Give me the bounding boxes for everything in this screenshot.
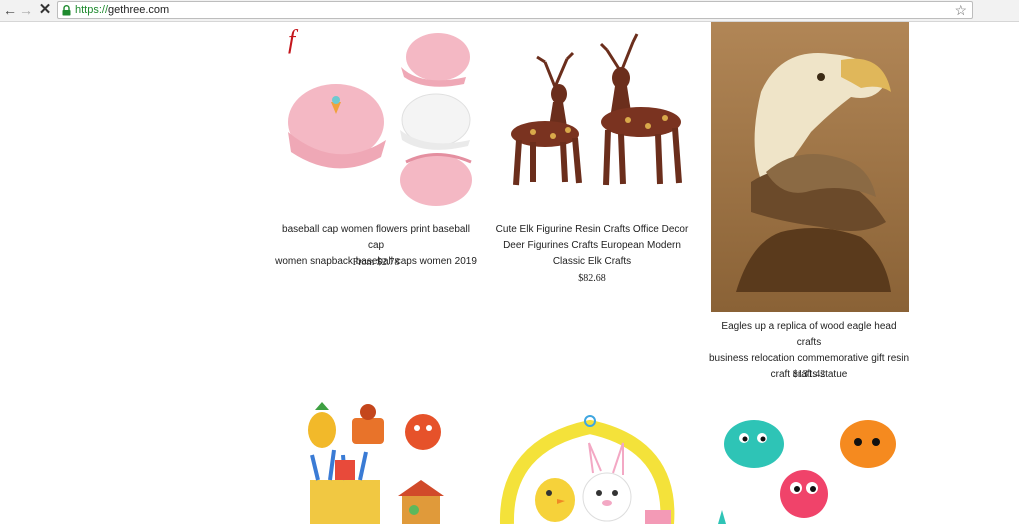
bookmark-star-icon[interactable]: ☆ [954,2,967,18]
product-card[interactable]: Eagles up a replica of wood eagle head c… [708,22,910,382]
product-card[interactable] [712,402,908,524]
product-title[interactable]: Cute Elk Figurine Resin Crafts Office De… [493,222,691,270]
product-title-line: Cute Elk Figurine Resin Crafts Office De… [495,224,689,235]
lock-icon [62,5,71,16]
product-title-line: Eagles up a replica of wood eagle head c… [721,321,897,348]
url-text: https://gethree.com [75,4,170,16]
product-price: $131.42 [792,369,826,380]
product-title-line: baseball cap women flowers print basebal… [282,224,470,251]
product-price: From $2.78 [352,257,400,268]
product-image[interactable] [495,405,685,524]
product-image[interactable] [290,400,460,524]
browser-toolbar: ← → ✕ https://gethree.com ☆ [0,0,1019,22]
product-card[interactable] [495,405,685,524]
browser-menu-area [978,2,1018,20]
product-image[interactable] [712,402,908,524]
product-card[interactable]: f baseball cap women flowers print baseb… [274,22,478,272]
product-title-line: Classic Elk Crafts [552,256,632,267]
product-image[interactable] [711,22,909,312]
product-title-line: business relocation commemorative gift r… [708,353,910,364]
forward-icon[interactable]: → [18,2,34,18]
stop-icon[interactable]: ✕ [37,2,53,18]
product-card[interactable] [290,400,460,524]
product-card[interactable]: Cute Elk Figurine Resin Crafts Office De… [493,22,691,287]
product-image[interactable] [493,22,691,216]
back-icon[interactable]: ← [2,2,18,18]
product-image[interactable]: f [276,22,476,216]
address-bar[interactable]: https://gethree.com ☆ [57,1,973,19]
product-title-line: Deer Figurines Crafts European Modern [503,240,681,251]
product-price: $82.68 [578,273,606,284]
